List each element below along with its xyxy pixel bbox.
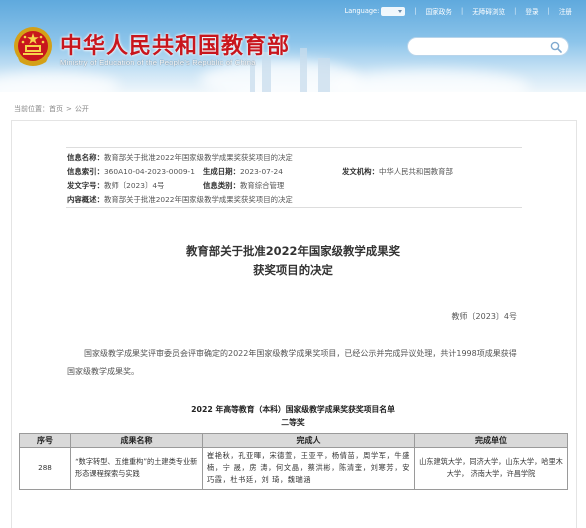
document-title-line2: 获奖项目的决定: [253, 263, 333, 277]
info-date-label: 生成日期：: [203, 167, 240, 176]
column-header-no: 序号: [19, 433, 71, 448]
national-emblem-icon: [14, 27, 52, 66]
table-subtitle: 二等奖: [281, 418, 305, 427]
info-doc-no-label: 发文字号：: [67, 181, 104, 190]
gov-services-link[interactable]: 国家政务: [426, 6, 452, 16]
info-index: 信息索引：360A10-04-2023-0009-1: [67, 166, 195, 177]
table-row: 288 “数字转型、五维重构”的土建类专业新形态课程探索与实践 崔艳秋，孔亚暉，…: [19, 447, 568, 490]
info-doc-no-value: 教师〔2023〕4号: [103, 181, 165, 190]
header-banner: 中华人民共和国教育部 Ministry of Education of the …: [0, 0, 586, 92]
cell-no: 288: [19, 447, 71, 490]
document-title-line1: 教育部关于批准2022年国家级教学成果奖: [186, 244, 400, 258]
divider: |: [414, 7, 417, 15]
top-links: Language: | 国家政务 | 无障碍浏览 | 登录 | 注册: [345, 6, 572, 16]
language-label: Language:: [344, 7, 380, 15]
info-index-value: 360A10-04-2023-0009-1: [103, 167, 195, 176]
info-doc-no: 发文字号：教师〔2023〕4号: [67, 180, 164, 191]
divider: |: [547, 7, 550, 15]
banner-cloud: [330, 70, 530, 92]
info-category-label: 信息类别：: [203, 181, 240, 190]
register-link[interactable]: 注册: [559, 6, 572, 16]
info-summary-label: 内容概述：: [67, 195, 104, 204]
language-dropdown[interactable]: [381, 6, 406, 16]
table-header-row: 序号 成果名称 完成人 完成单位: [19, 433, 568, 448]
info-name-label: 信息名称：: [67, 153, 104, 162]
awards-table: 序号 成果名称 完成人 完成单位 288 “数字转型、五维重构”的土建类专业新形…: [19, 433, 568, 490]
info-name: 信息名称：教育部关于批准2022年国家级教学成果奖获奖项目的决定: [67, 152, 293, 163]
column-header-units: 完成单位: [414, 433, 568, 448]
site-subtitle: Ministry of Education of the People's Re…: [60, 58, 256, 67]
breadcrumb-home[interactable]: 首页: [49, 105, 63, 113]
login-link[interactable]: 登录: [525, 6, 538, 16]
column-header-name: 成果名称: [70, 433, 203, 448]
info-date-value: 2023-07-24: [239, 167, 283, 176]
cell-units: 山东建筑大学，同济大学，山东大学，哈里木大学， 济南大学，许昌学院: [414, 447, 568, 490]
banner-building: [300, 48, 307, 92]
breadcrumb-public[interactable]: 公开: [75, 105, 89, 113]
info-divider-top: [66, 147, 522, 148]
language-select[interactable]: Language:: [344, 6, 406, 16]
cell-people: 崔艳秋，孔亚暉，宋德萱，王亚平，杨倩苗，周学军，牛盛楠，宁 晟，房 涛，何文晶，…: [202, 447, 415, 490]
breadcrumb-separator: >: [66, 105, 72, 113]
document-number: 教师〔2023〕4号: [451, 312, 517, 321]
info-issuer: 发文机构：中华人民共和国教育部: [342, 166, 453, 177]
breadcrumb-prefix: 当前位置：: [14, 105, 49, 113]
cell-name: “数字转型、五维重构”的土建类专业新形态课程探索与实践: [70, 447, 203, 490]
site-title[interactable]: 中华人民共和国教育部: [60, 28, 290, 60]
info-issuer-value: 中华人民共和国教育部: [378, 167, 453, 176]
divider: |: [514, 7, 517, 15]
info-category-value: 教育综合管理: [239, 181, 285, 190]
info-issuer-label: 发文机构：: [342, 167, 379, 176]
info-name-value: 教育部关于批准2022年国家级教学成果奖获奖项目的决定: [103, 153, 293, 162]
info-divider-bottom: [66, 207, 522, 208]
info-category: 信息类别：教育综合管理: [203, 180, 284, 191]
info-summary-value: 教育部关于批准2022年国家级教学成果奖获奖项目的决定: [103, 195, 293, 204]
banner-cloud: [0, 72, 120, 92]
search-input[interactable]: [407, 37, 569, 56]
accessibility-link[interactable]: 无障碍浏览: [472, 6, 505, 16]
info-date: 生成日期：2023-07-24: [203, 166, 283, 177]
column-header-people: 完成人: [202, 433, 415, 448]
breadcrumb: 当前位置：首页 > 公开: [14, 104, 89, 114]
info-index-label: 信息索引：: [67, 167, 104, 176]
banner-building: [318, 58, 330, 92]
table-title: 2022 年高等教育（本科）国家级教学成果奖获奖项目名单: [191, 405, 395, 414]
info-summary: 内容概述：教育部关于批准2022年国家级教学成果奖获奖项目的决定: [67, 194, 293, 205]
document-paragraph: 国家级教学成果奖评审委员会评审确定的2022年国家级教学成果奖项目，已经公示并完…: [67, 349, 517, 376]
divider: |: [460, 7, 464, 15]
search-icon[interactable]: [550, 41, 562, 53]
